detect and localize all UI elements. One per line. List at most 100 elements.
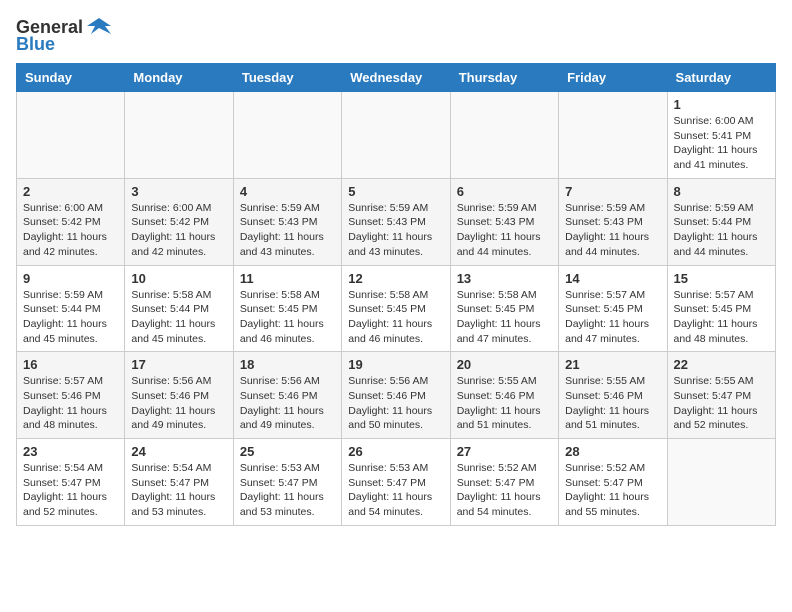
day-number: 12: [348, 271, 443, 286]
day-number: 24: [131, 444, 226, 459]
day-info: Sunrise: 5:59 AM Sunset: 5:43 PM Dayligh…: [240, 201, 335, 260]
day-number: 1: [674, 97, 769, 112]
calendar-cell: 11 Sunrise: 5:58 AM Sunset: 5:45 PM Dayli…: [233, 265, 341, 352]
calendar-week-4: 16 Sunrise: 5:57 AM Sunset: 5:46 PM Dayli…: [17, 352, 776, 439]
day-info: Sunrise: 5:54 AM Sunset: 5:47 PM Dayligh…: [131, 461, 226, 520]
calendar-cell: [125, 92, 233, 179]
day-info: Sunrise: 5:55 AM Sunset: 5:46 PM Dayligh…: [457, 374, 552, 433]
calendar-cell: 7 Sunrise: 5:59 AM Sunset: 5:43 PM Daylig…: [559, 178, 667, 265]
day-info: Sunrise: 5:59 AM Sunset: 5:43 PM Dayligh…: [457, 201, 552, 260]
calendar-week-3: 9 Sunrise: 5:59 AM Sunset: 5:44 PM Daylig…: [17, 265, 776, 352]
day-info: Sunrise: 5:53 AM Sunset: 5:47 PM Dayligh…: [348, 461, 443, 520]
day-info: Sunrise: 5:57 AM Sunset: 5:46 PM Dayligh…: [23, 374, 118, 433]
day-number: 11: [240, 271, 335, 286]
day-number: 15: [674, 271, 769, 286]
page-header: General Blue: [16, 16, 776, 55]
day-info: Sunrise: 5:58 AM Sunset: 5:45 PM Dayligh…: [457, 288, 552, 347]
day-number: 5: [348, 184, 443, 199]
calendar-cell: 4 Sunrise: 5:59 AM Sunset: 5:43 PM Daylig…: [233, 178, 341, 265]
day-info: Sunrise: 5:53 AM Sunset: 5:47 PM Dayligh…: [240, 461, 335, 520]
calendar-cell: [233, 92, 341, 179]
day-number: 18: [240, 357, 335, 372]
day-number: 19: [348, 357, 443, 372]
calendar-cell: [667, 439, 775, 526]
day-info: Sunrise: 5:59 AM Sunset: 5:44 PM Dayligh…: [23, 288, 118, 347]
calendar-cell: 14Sunrise: 5:57 AM Sunset: 5:45 PM Dayli…: [559, 265, 667, 352]
calendar-cell: 26 Sunrise: 5:53 AM Sunset: 5:47 PM Dayli…: [342, 439, 450, 526]
column-header-tuesday: Tuesday: [233, 64, 341, 92]
calendar-cell: 8Sunrise: 5:59 AM Sunset: 5:44 PM Daylig…: [667, 178, 775, 265]
day-number: 4: [240, 184, 335, 199]
day-number: 25: [240, 444, 335, 459]
day-number: 9: [23, 271, 118, 286]
calendar-cell: 17Sunrise: 5:56 AM Sunset: 5:46 PM Dayli…: [125, 352, 233, 439]
calendar-cell: 5 Sunrise: 5:59 AM Sunset: 5:43 PM Daylig…: [342, 178, 450, 265]
day-number: 26: [348, 444, 443, 459]
day-number: 10: [131, 271, 226, 286]
day-number: 6: [457, 184, 552, 199]
calendar-cell: 2 Sunrise: 6:00 AM Sunset: 5:42 PM Daylig…: [17, 178, 125, 265]
day-number: 7: [565, 184, 660, 199]
day-info: Sunrise: 5:54 AM Sunset: 5:47 PM Dayligh…: [23, 461, 118, 520]
day-info: Sunrise: 5:56 AM Sunset: 5:46 PM Dayligh…: [240, 374, 335, 433]
day-number: 8: [674, 184, 769, 199]
day-number: 20: [457, 357, 552, 372]
day-number: 3: [131, 184, 226, 199]
day-info: Sunrise: 5:56 AM Sunset: 5:46 PM Dayligh…: [348, 374, 443, 433]
day-info: Sunrise: 5:58 AM Sunset: 5:44 PM Dayligh…: [131, 288, 226, 347]
calendar-cell: 16 Sunrise: 5:57 AM Sunset: 5:46 PM Dayli…: [17, 352, 125, 439]
column-header-wednesday: Wednesday: [342, 64, 450, 92]
calendar-week-2: 2 Sunrise: 6:00 AM Sunset: 5:42 PM Daylig…: [17, 178, 776, 265]
calendar-cell: 15 Sunrise: 5:57 AM Sunset: 5:45 PM Dayli…: [667, 265, 775, 352]
calendar-cell: 22 Sunrise: 5:55 AM Sunset: 5:47 PM Dayli…: [667, 352, 775, 439]
calendar-cell: 1 Sunrise: 6:00 AM Sunset: 5:41 PM Daylig…: [667, 92, 775, 179]
calendar-cell: 20 Sunrise: 5:55 AM Sunset: 5:46 PM Dayli…: [450, 352, 558, 439]
day-number: 27: [457, 444, 552, 459]
day-number: 13: [457, 271, 552, 286]
day-info: Sunrise: 5:59 AM Sunset: 5:43 PM Dayligh…: [348, 201, 443, 260]
column-header-sunday: Sunday: [17, 64, 125, 92]
day-number: 28: [565, 444, 660, 459]
calendar-cell: [559, 92, 667, 179]
day-number: 22: [674, 357, 769, 372]
column-header-saturday: Saturday: [667, 64, 775, 92]
logo: General Blue: [16, 16, 113, 55]
calendar-cell: 10 Sunrise: 5:58 AM Sunset: 5:44 PM Dayli…: [125, 265, 233, 352]
calendar-cell: 3 Sunrise: 6:00 AM Sunset: 5:42 PM Daylig…: [125, 178, 233, 265]
day-info: Sunrise: 5:58 AM Sunset: 5:45 PM Dayligh…: [240, 288, 335, 347]
column-header-thursday: Thursday: [450, 64, 558, 92]
day-info: Sunrise: 5:57 AM Sunset: 5:45 PM Dayligh…: [674, 288, 769, 347]
day-info: Sunrise: 5:52 AM Sunset: 5:47 PM Dayligh…: [457, 461, 552, 520]
day-info: Sunrise: 5:57 AM Sunset: 5:45 PM Dayligh…: [565, 288, 660, 347]
day-info: Sunrise: 5:55 AM Sunset: 5:47 PM Dayligh…: [674, 374, 769, 433]
calendar-cell: 21Sunrise: 5:55 AM Sunset: 5:46 PM Dayli…: [559, 352, 667, 439]
day-number: 23: [23, 444, 118, 459]
day-number: 16: [23, 357, 118, 372]
calendar-cell: [17, 92, 125, 179]
calendar-week-1: 1 Sunrise: 6:00 AM Sunset: 5:41 PM Daylig…: [17, 92, 776, 179]
calendar-cell: 24 Sunrise: 5:54 AM Sunset: 5:47 PM Dayli…: [125, 439, 233, 526]
day-info: Sunrise: 5:55 AM Sunset: 5:46 PM Dayligh…: [565, 374, 660, 433]
day-number: 2: [23, 184, 118, 199]
calendar-cell: [342, 92, 450, 179]
column-header-monday: Monday: [125, 64, 233, 92]
day-number: 17: [131, 357, 226, 372]
calendar-cell: [450, 92, 558, 179]
day-info: Sunrise: 5:52 AM Sunset: 5:47 PM Dayligh…: [565, 461, 660, 520]
logo-blue-text: Blue: [16, 34, 55, 55]
calendar-cell: 27 Sunrise: 5:52 AM Sunset: 5:47 PM Dayli…: [450, 439, 558, 526]
calendar-cell: 19 Sunrise: 5:56 AM Sunset: 5:46 PM Dayli…: [342, 352, 450, 439]
calendar-header-row: SundayMondayTuesdayWednesdayThursdayFrid…: [17, 64, 776, 92]
calendar-cell: 6 Sunrise: 5:59 AM Sunset: 5:43 PM Daylig…: [450, 178, 558, 265]
day-info: Sunrise: 6:00 AM Sunset: 5:42 PM Dayligh…: [131, 201, 226, 260]
calendar-cell: 23 Sunrise: 5:54 AM Sunset: 5:47 PM Dayli…: [17, 439, 125, 526]
calendar-cell: 28 Sunrise: 5:52 AM Sunset: 5:47 PM Dayli…: [559, 439, 667, 526]
logo-bird-icon: [85, 16, 113, 38]
day-info: Sunrise: 5:59 AM Sunset: 5:43 PM Dayligh…: [565, 201, 660, 260]
calendar-week-5: 23 Sunrise: 5:54 AM Sunset: 5:47 PM Dayli…: [17, 439, 776, 526]
day-info: Sunrise: 6:00 AM Sunset: 5:41 PM Dayligh…: [674, 114, 769, 173]
calendar-cell: 25 Sunrise: 5:53 AM Sunset: 5:47 PM Dayli…: [233, 439, 341, 526]
day-info: Sunrise: 5:58 AM Sunset: 5:45 PM Dayligh…: [348, 288, 443, 347]
column-header-friday: Friday: [559, 64, 667, 92]
day-info: Sunrise: 6:00 AM Sunset: 5:42 PM Dayligh…: [23, 201, 118, 260]
